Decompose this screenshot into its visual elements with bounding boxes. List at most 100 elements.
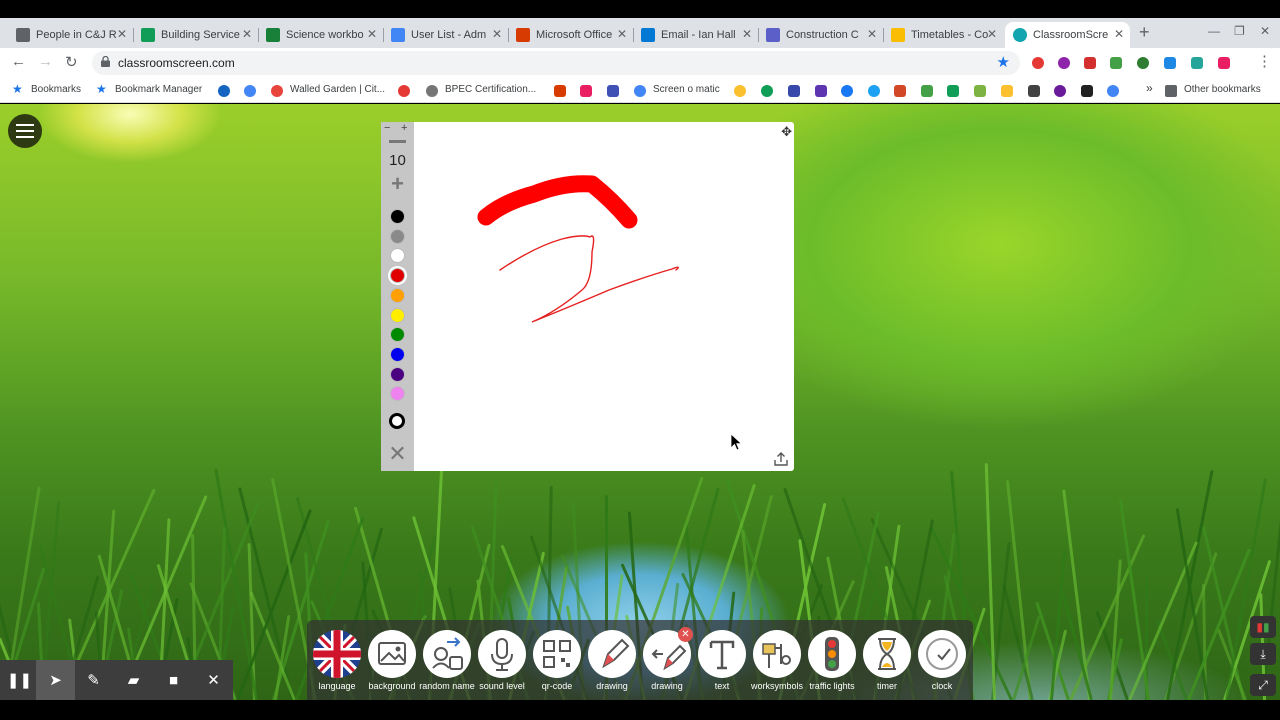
tab-close-icon[interactable]: ✕ (987, 27, 997, 41)
bookmark-item[interactable]: Walled Garden | Cit... (290, 84, 385, 95)
drive-icon[interactable] (947, 85, 959, 97)
export-icon[interactable] (772, 450, 790, 468)
bookmark-item[interactable]: Bookmarks (31, 84, 81, 95)
pen-icon[interactable]: ✎ (74, 660, 113, 700)
dock-sound-level[interactable]: sound level (473, 630, 531, 691)
download-icon[interactable]: ⤓ (1250, 643, 1276, 665)
clear-drawing-icon[interactable]: ✕ (381, 441, 414, 467)
bookmark-item[interactable]: Screen o matic (653, 84, 720, 95)
color-swatch[interactable] (390, 366, 405, 382)
tab-0[interactable]: People in C&J R ✕ (8, 22, 134, 48)
dock-clock[interactable]: clock (913, 630, 971, 691)
color-swatch[interactable] (390, 346, 405, 362)
increase-size-icon[interactable]: + (381, 173, 414, 195)
color-swatch[interactable] (390, 268, 405, 284)
tab-close-icon[interactable]: ✕ (867, 27, 877, 41)
tab-close-icon[interactable]: ✕ (1114, 27, 1124, 41)
extension-icon[interactable] (1084, 57, 1096, 69)
pause-icon[interactable]: ❚❚ (0, 660, 39, 700)
bookmark-favicon-icon[interactable] (974, 85, 986, 97)
address-bar[interactable]: classroomscreen.com ★ (92, 51, 1020, 75)
dock-random-name[interactable]: random name (418, 630, 476, 691)
twitter-icon[interactable] (868, 85, 880, 97)
extension-icon[interactable] (1137, 57, 1149, 69)
color-swatch[interactable] (390, 228, 405, 244)
more-bookmarks-icon[interactable]: » (1146, 81, 1153, 95)
highlighter-icon[interactable]: ▰ (114, 660, 153, 700)
maximize-widget-icon[interactable]: + (401, 122, 407, 134)
bookmark-favicon-icon[interactable] (607, 85, 619, 97)
dock-drawing-active[interactable]: drawing ✕ (638, 627, 696, 691)
reload-icon[interactable]: ↻ (65, 53, 78, 71)
color-swatch[interactable] (390, 386, 405, 402)
dock-qr-code[interactable]: qr-code (528, 630, 586, 691)
bookmark-favicon-icon[interactable] (554, 85, 566, 97)
window-close-icon[interactable]: ✕ (1260, 24, 1270, 38)
bookmark-favicon-icon[interactable] (398, 85, 410, 97)
dock-worksymbols[interactable]: worksymbols (748, 630, 806, 691)
back-icon[interactable]: ← (11, 53, 26, 70)
bookmark-favicon-icon[interactable] (761, 85, 773, 97)
tab-1[interactable]: Building Service ✕ (133, 22, 259, 48)
tab-close-icon[interactable]: ✕ (242, 27, 252, 41)
color-swatch[interactable] (390, 248, 405, 264)
tab-close-icon[interactable]: ✕ (117, 27, 127, 41)
color-swatch[interactable] (390, 327, 405, 343)
extension-icon[interactable] (1032, 57, 1044, 69)
extension-icon[interactable] (1218, 57, 1230, 69)
dock-drawing[interactable]: drawing (583, 630, 641, 691)
bookmark-favicon-icon[interactable] (921, 85, 933, 97)
bookmark-favicon-icon[interactable] (734, 85, 746, 97)
tab-4[interactable]: Microsoft Office ✕ (508, 22, 634, 48)
dock-timer[interactable]: timer (858, 630, 916, 691)
tab-close-icon[interactable]: ✕ (742, 27, 752, 41)
tab-close-icon[interactable]: ✕ (367, 27, 377, 41)
close-bar-icon[interactable]: ✕ (194, 660, 233, 700)
tab-3[interactable]: User List - Adm ✕ (383, 22, 509, 48)
new-tab-icon[interactable]: + (1139, 22, 1150, 43)
pointer-icon[interactable]: ➤ (36, 660, 75, 700)
bookmark-item[interactable]: BPEC Certification... (445, 84, 536, 95)
color-swatch[interactable] (390, 209, 405, 224)
bookmark-star-icon[interactable]: ★ (997, 53, 1010, 71)
color-swatch[interactable] (390, 307, 405, 323)
other-bookmarks[interactable]: Other bookmarks (1184, 84, 1261, 95)
forward-icon[interactable]: → (38, 53, 53, 70)
tab-5[interactable]: Email - Ian Hall ✕ (633, 22, 759, 48)
dock-background[interactable]: background (363, 630, 421, 691)
bookmark-favicon-icon[interactable] (580, 85, 592, 97)
move-widget-icon[interactable]: ✥ (781, 124, 792, 140)
minimize-widget-icon[interactable]: − (384, 122, 390, 134)
bookmark-favicon-icon[interactable] (218, 85, 230, 97)
extension-icon[interactable] (1191, 57, 1203, 69)
bookmark-favicon-icon[interactable] (1028, 85, 1040, 97)
eraser-icon[interactable] (389, 413, 405, 429)
drawing-canvas[interactable] (414, 122, 794, 471)
bookmark-favicon-icon[interactable] (815, 85, 827, 97)
extension-icon[interactable] (1110, 57, 1122, 69)
bookmark-favicon-icon[interactable] (1001, 85, 1013, 97)
bookmark-favicon-icon[interactable] (244, 85, 256, 97)
dock-language[interactable]: language (308, 630, 366, 691)
bookmark-favicon-icon[interactable] (1054, 85, 1066, 97)
tab-close-icon[interactable]: ✕ (492, 27, 502, 41)
color-swatch[interactable] (390, 287, 405, 303)
tab-6[interactable]: Construction C ✕ (758, 22, 884, 48)
tab-close-icon[interactable]: ✕ (617, 27, 627, 41)
extension-icon[interactable] (1058, 57, 1070, 69)
minimize-icon[interactable]: — (1208, 24, 1220, 38)
bookmark-favicon-icon[interactable] (788, 85, 800, 97)
dock-text[interactable]: text (693, 630, 751, 691)
tab-7[interactable]: Timetables - Co ✕ (883, 22, 1003, 48)
bookmark-favicon-icon[interactable] (1081, 85, 1093, 97)
camera-icon[interactable]: ■ (154, 660, 193, 700)
tab-2[interactable]: Science workbo ✕ (258, 22, 384, 48)
browser-menu-icon[interactable]: ⋮ (1257, 52, 1272, 70)
dock-traffic-lights[interactable]: traffic lights (803, 630, 861, 691)
tab-8[interactable]: ClassroomScre ✕ (1005, 22, 1130, 48)
close-widget-badge-icon[interactable]: ✕ (678, 627, 693, 642)
hamburger-menu-icon[interactable] (8, 114, 42, 148)
google-icon[interactable] (1107, 85, 1119, 97)
restore-icon[interactable]: ❐ (1234, 24, 1245, 38)
extension-icon[interactable] (1164, 57, 1176, 69)
